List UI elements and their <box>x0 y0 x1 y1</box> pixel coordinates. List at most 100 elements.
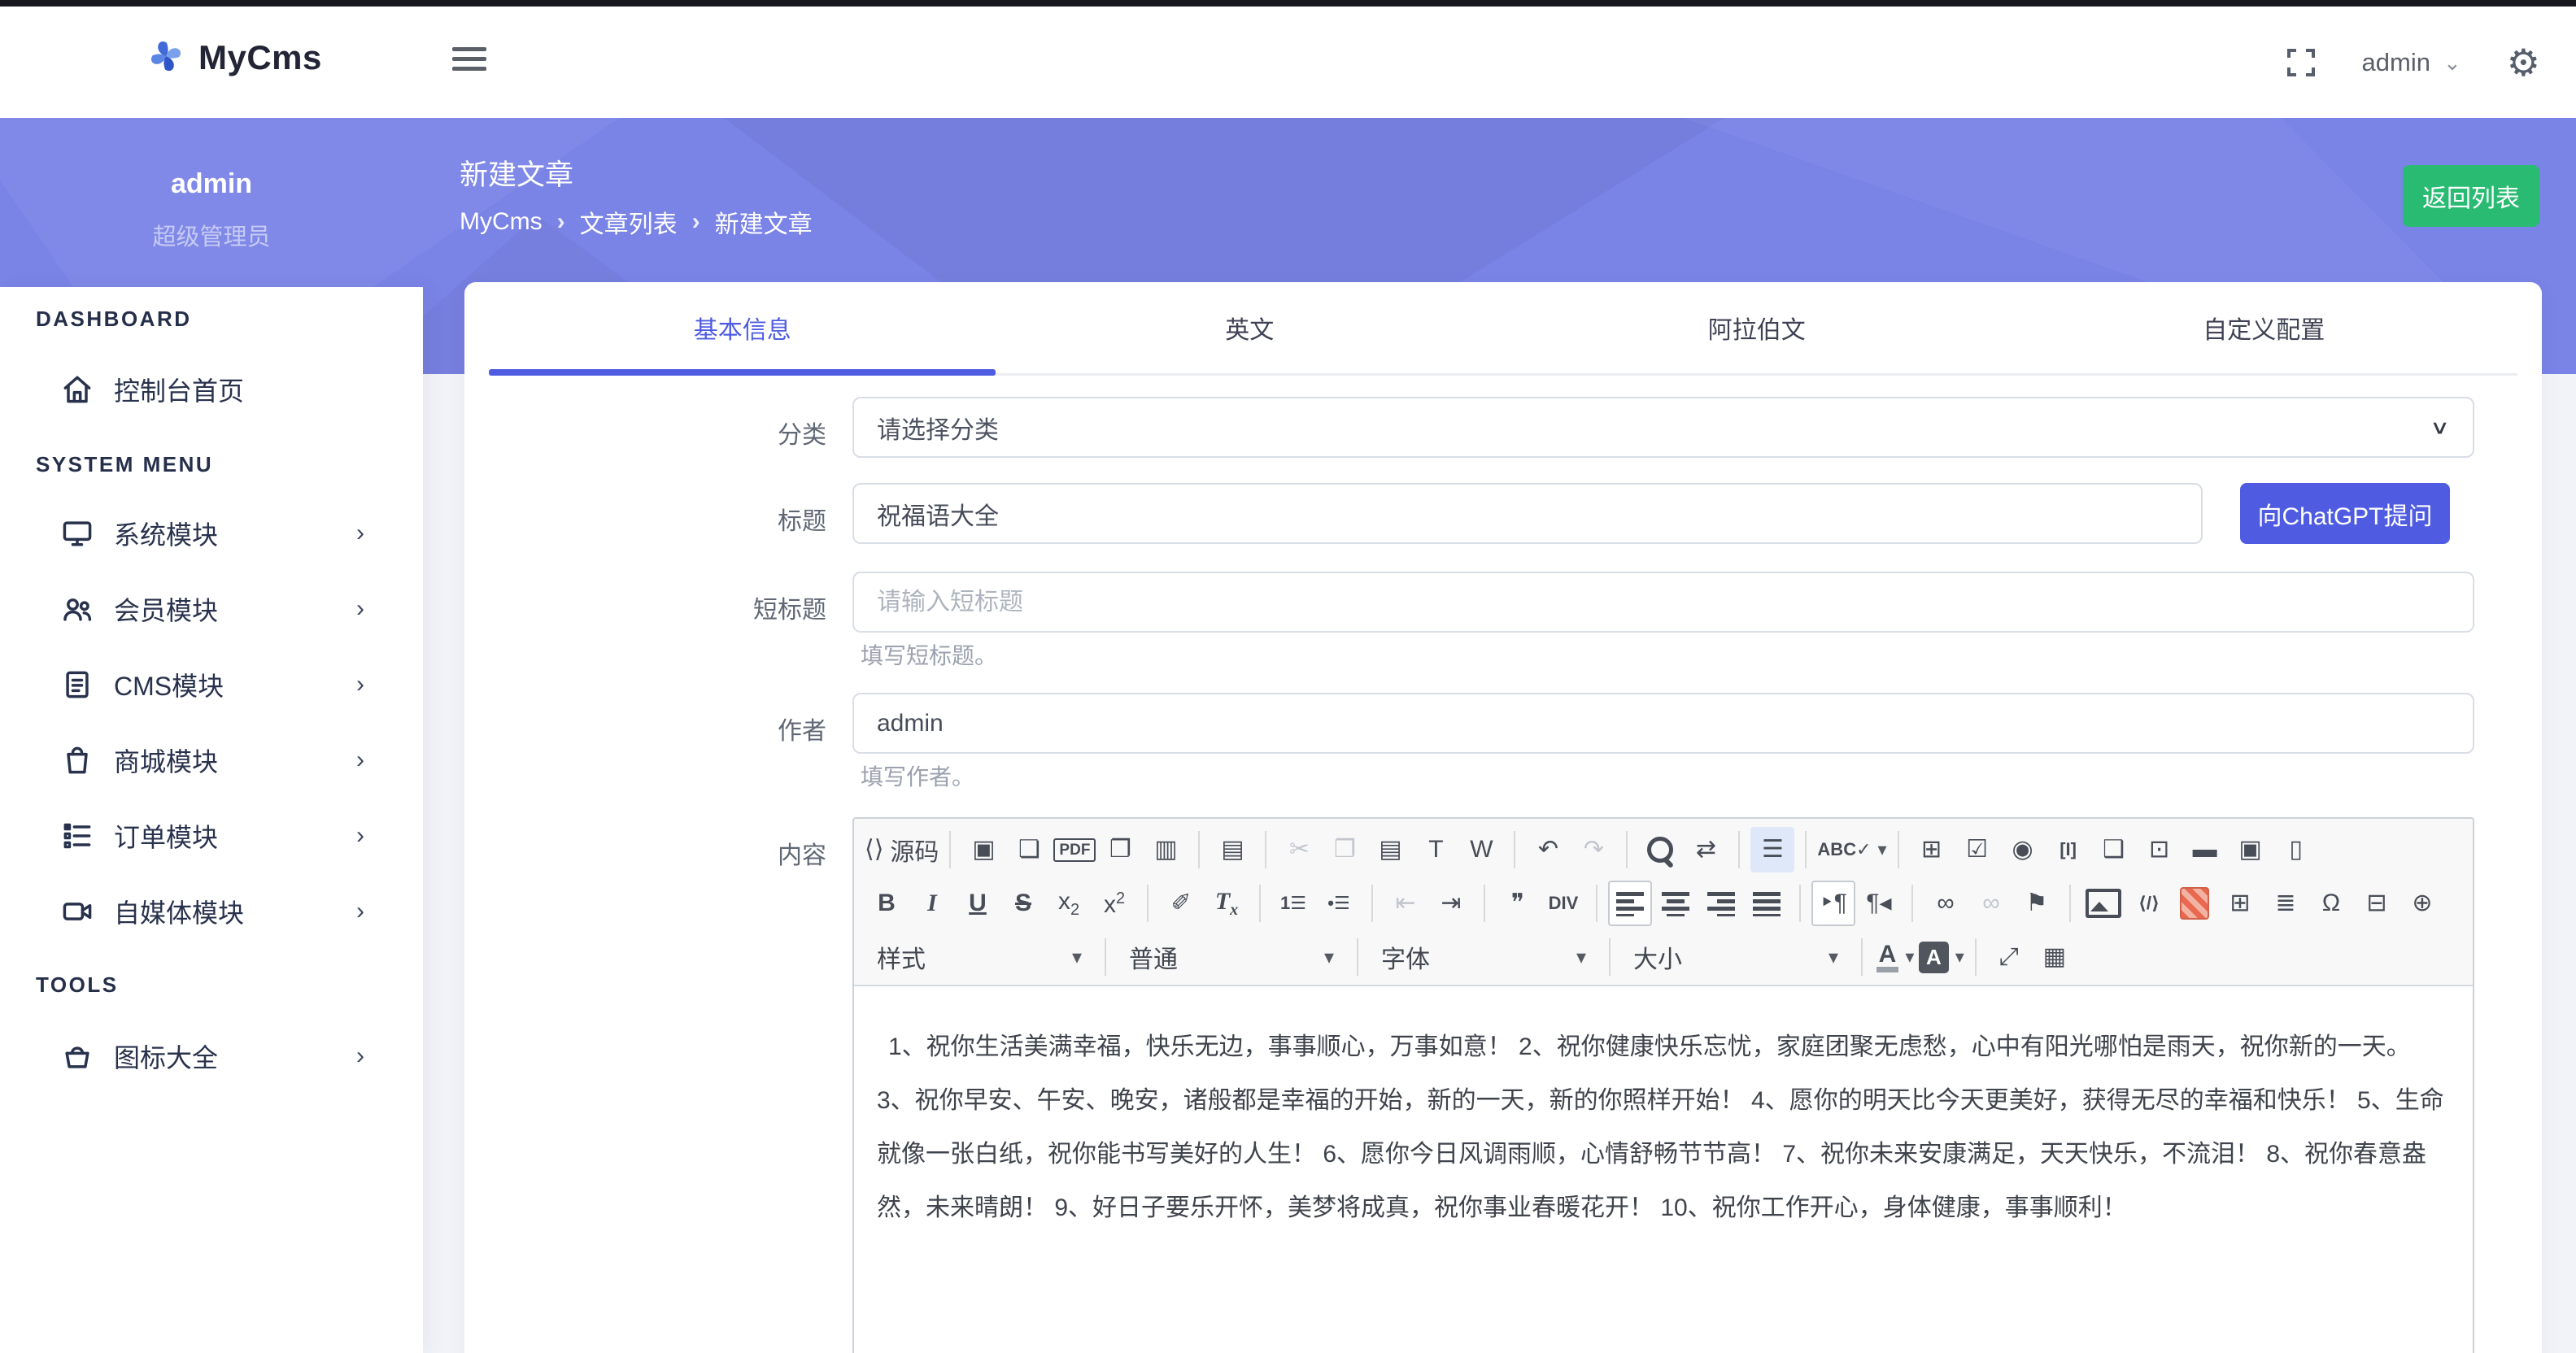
radio-button[interactable]: ◉ <box>2001 827 2045 872</box>
copy-formatting-icon: ✐ <box>1170 891 1191 916</box>
chevron-right-icon: › <box>356 520 364 547</box>
save-button[interactable]: ▣ <box>961 827 1005 872</box>
textarea-button[interactable]: ❑ <box>2092 827 2136 872</box>
brand-logo[interactable]: MyCms <box>145 34 322 80</box>
link-button[interactable]: ∞ <box>1924 881 1968 926</box>
sidebar-item-home[interactable]: 控制台首页 <box>0 355 423 424</box>
image-button-button[interactable]: ▣ <box>2229 827 2273 872</box>
article-form-card: 基本信息英文阿拉伯文自定义配置 分类 请选择分类 ∨ 标题 向ChatGPT提问… <box>464 282 2542 1353</box>
sidebar-toggle-button[interactable] <box>452 47 486 76</box>
show-blocks-button[interactable]: ▦ <box>2033 934 2077 980</box>
editor-content-area[interactable]: 1、祝你生活美满幸福，快乐无边，事事顺心，万事如意！ 2、祝你健康快乐忘忧，家庭… <box>854 985 2473 1353</box>
paste-button[interactable]: ▤ <box>1368 827 1412 872</box>
copy-formatting-button[interactable]: ✐ <box>1159 881 1203 926</box>
underline-button[interactable]: U <box>956 881 1000 926</box>
select-all-button[interactable]: ☰ <box>1750 827 1794 872</box>
rich-text-editor: ⟨⟩源码▣❏PDF❐▥▤✂❐▤TW↶↷⇄☰ABC✓▾⊞☑◉[I]❑⊡▬▣▯BIU… <box>852 817 2474 1353</box>
preview-button[interactable]: ❐ <box>1098 827 1142 872</box>
background-color-button[interactable]: A▾ <box>1919 934 1964 980</box>
back-to-list-button[interactable]: 返回列表 <box>2403 165 2539 227</box>
iframe-button[interactable]: ⊕ <box>2400 881 2444 926</box>
insert-media-button[interactable] <box>2173 881 2216 926</box>
text-direction-rtl-button[interactable]: ¶◂ <box>1857 881 1901 926</box>
author-input[interactable] <box>852 693 2474 754</box>
sidebar-item-monitor[interactable]: 系统模块 › <box>0 499 423 568</box>
new-page-button[interactable]: ❏ <box>1007 827 1051 872</box>
align-justify-button[interactable] <box>1745 881 1789 926</box>
form-button[interactable]: ⊞ <box>1910 827 1954 872</box>
font-combo[interactable]: 字体▾ <box>1368 939 1599 975</box>
find-button[interactable] <box>1638 827 1682 872</box>
tab-基本信息[interactable]: 基本信息 <box>489 282 996 373</box>
templates-button[interactable]: ▤ <box>1210 827 1254 872</box>
horizontal-rule-button[interactable]: ≣ <box>2264 881 2308 926</box>
numbered-list-button[interactable]: 1☰ <box>1271 881 1315 926</box>
users-icon <box>59 590 96 628</box>
spellcheck-button[interactable]: ABC✓▾ <box>1817 827 1886 872</box>
sidebar-item-shopping-bag[interactable]: 商城模块› <box>0 726 423 794</box>
ask-chatgpt-button[interactable]: 向ChatGPT提问 <box>2240 483 2450 544</box>
maximize-button[interactable]: ⤢ <box>1987 934 2031 980</box>
title-input[interactable] <box>852 483 2203 544</box>
styles-combo[interactable]: 样式▾ <box>864 939 1095 975</box>
text-field-button[interactable]: [I] <box>2046 827 2090 872</box>
save-icon: ▣ <box>972 837 995 862</box>
select-field-button[interactable]: ⊡ <box>2138 827 2182 872</box>
undo-button[interactable]: ↶ <box>1526 827 1570 872</box>
select-field-icon: ⊡ <box>2149 837 2169 862</box>
category-select[interactable]: 请选择分类 ∨ <box>852 397 2474 458</box>
paste-from-word-button[interactable]: W <box>1459 827 1503 872</box>
checkbox-button[interactable]: ☑ <box>1955 827 1999 872</box>
tab-英文[interactable]: 英文 <box>996 282 1504 373</box>
sidebar-section-header: SYSTEM MENU <box>36 452 213 477</box>
indent-button[interactable]: ⇥ <box>1429 881 1473 926</box>
div-container-button[interactable]: DIV <box>1541 881 1585 926</box>
print-button[interactable]: ▥ <box>1144 827 1188 872</box>
sidebar-item-order-list[interactable]: 订单模块› <box>0 802 423 870</box>
short-title-input[interactable] <box>852 572 2474 633</box>
text-color-button[interactable]: A▾ <box>1873 934 1917 980</box>
align-right-button[interactable] <box>1699 881 1743 926</box>
tab-阿拉伯文[interactable]: 阿拉伯文 <box>1503 282 2011 373</box>
sidebar-user-panel: admin 超级管理员 <box>0 118 423 287</box>
export-pdf-button[interactable]: PDF <box>1053 827 1096 872</box>
author-help: 填写作者。 <box>861 759 974 792</box>
insert-image-button[interactable] <box>2081 881 2125 926</box>
text-direction-ltr-button[interactable]: ‣¶ <box>1811 881 1855 926</box>
breadcrumb-item[interactable]: 文章列表 <box>580 204 678 240</box>
sidebar-item-document[interactable]: CMS模块› <box>0 650 423 719</box>
subscript-button[interactable]: x2 <box>1047 881 1091 926</box>
special-character-button[interactable]: Ω <box>2309 881 2353 926</box>
blockquote-button[interactable]: ❞ <box>1496 881 1540 926</box>
align-center-button[interactable] <box>1654 881 1698 926</box>
anchor-button[interactable]: ⚑ <box>2015 881 2059 926</box>
sidebar-item-label: 系统模块 <box>114 515 218 552</box>
fullscreen-icon[interactable] <box>2286 47 2317 78</box>
settings-gear-icon[interactable]: ⚙ <box>2507 44 2540 81</box>
bold-button[interactable]: B <box>865 881 909 926</box>
blockquote-icon: ❞ <box>1511 891 1524 916</box>
strikethrough-button[interactable]: S <box>1001 881 1045 926</box>
new-page-icon: ❏ <box>1018 837 1040 862</box>
format-combo[interactable]: 普通▾ <box>1116 939 1347 975</box>
remove-format-button[interactable]: Tx <box>1205 881 1249 926</box>
breadcrumb-item[interactable]: MyCms <box>460 208 543 236</box>
superscript-button[interactable]: x2 <box>1092 881 1136 926</box>
insert-table-button[interactable]: ⊞ <box>2218 881 2262 926</box>
sidebar-item-video-camera[interactable]: 自媒体模块› <box>0 877 423 946</box>
source-code-button[interactable]: ⟨⟩源码 <box>865 827 939 872</box>
italic-button[interactable]: I <box>910 881 954 926</box>
sidebar-item-basket[interactable]: 图标大全› <box>0 1022 423 1090</box>
user-menu[interactable]: admin ⌄ <box>2362 48 2461 77</box>
bulleted-list-button[interactable]: •☰ <box>1317 881 1361 926</box>
button-field-button[interactable]: ▬ <box>2183 827 2227 872</box>
hidden-field-button[interactable]: ▯ <box>2274 827 2318 872</box>
size-combo[interactable]: 大小▾ <box>1620 939 1851 975</box>
tab-自定义配置[interactable]: 自定义配置 <box>2011 282 2518 373</box>
paste-as-text-button[interactable]: T <box>1414 827 1458 872</box>
code-snippet-button[interactable]: ⟨/⟩ <box>2127 881 2171 926</box>
align-left-button[interactable] <box>1608 881 1652 926</box>
page-break-button[interactable]: ⊟ <box>2355 881 2399 926</box>
replace-button[interactable]: ⇄ <box>1684 827 1728 872</box>
sidebar-item-users[interactable]: 会员模块› <box>0 575 423 643</box>
